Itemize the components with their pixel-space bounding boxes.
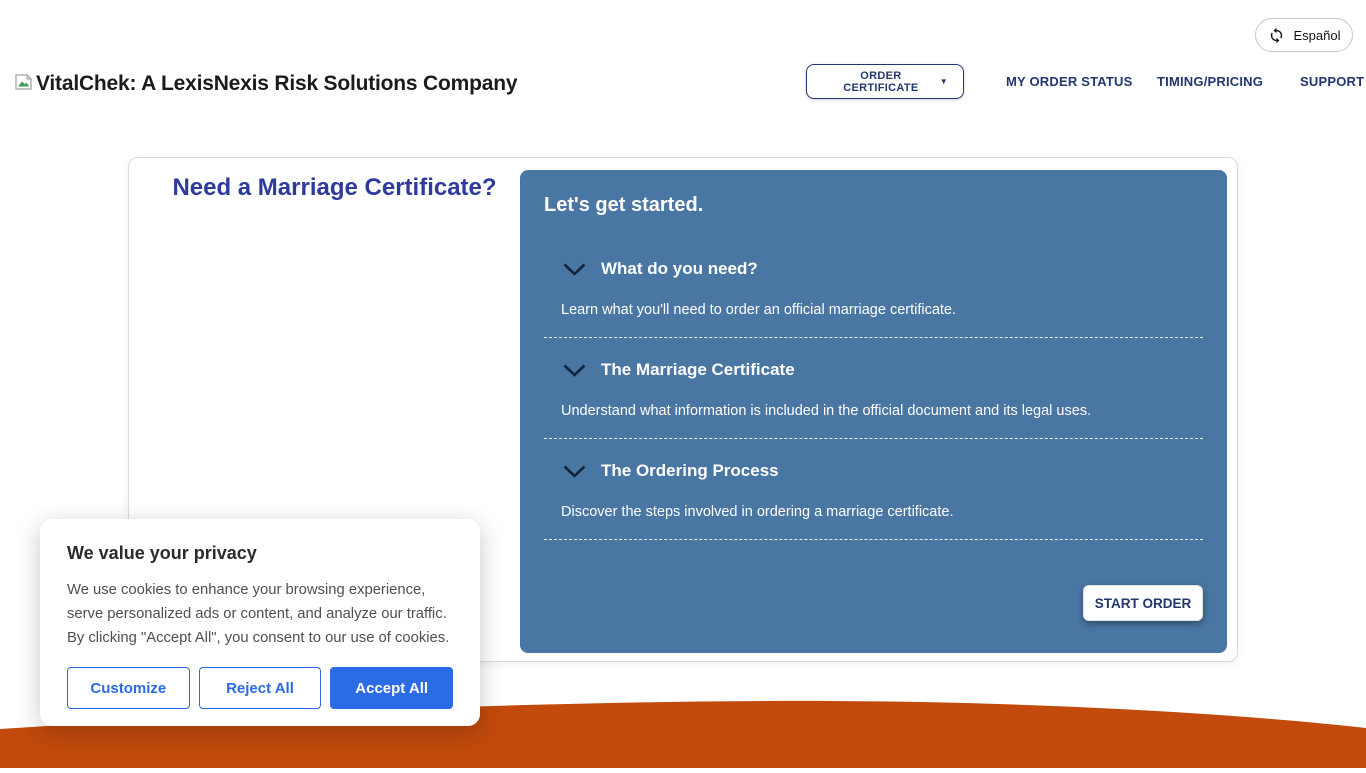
chevron-down-icon xyxy=(563,465,586,478)
get-started-panel: Let's get started. What do you need? Lea… xyxy=(520,170,1227,653)
customize-button[interactable]: Customize xyxy=(67,667,190,709)
accept-all-button[interactable]: Accept All xyxy=(330,667,453,709)
cookie-dialog-title: We value your privacy xyxy=(67,543,453,564)
section-description: Discover the steps involved in ordering … xyxy=(561,503,1203,521)
section-description: Understand what information is included … xyxy=(561,402,1203,420)
accordion-section-marriage-certificate: The Marriage Certificate Understand what… xyxy=(544,360,1203,439)
sync-icon xyxy=(1268,27,1285,44)
accordion-section-ordering-process: The Ordering Process Discover the steps … xyxy=(544,461,1203,540)
chevron-down-icon xyxy=(563,263,586,276)
order-certificate-button[interactable]: ORDER CERTIFICATE ▼ xyxy=(806,64,964,99)
broken-image-icon xyxy=(14,73,34,96)
order-certificate-label: ORDER CERTIFICATE xyxy=(822,70,940,94)
section-description: Learn what you'll need to order an offic… xyxy=(561,301,1203,319)
accordion-toggle-ordering-process[interactable]: The Ordering Process xyxy=(544,461,1203,481)
start-order-button[interactable]: START ORDER xyxy=(1083,585,1203,621)
reject-all-button[interactable]: Reject All xyxy=(199,667,322,709)
caret-down-icon: ▼ xyxy=(940,77,948,86)
section-title: What do you need? xyxy=(601,259,758,279)
language-toggle-label: Español xyxy=(1294,28,1341,43)
logo[interactable]: VitalChek: A LexisNexis Risk Solutions C… xyxy=(14,72,517,96)
chevron-down-icon xyxy=(563,364,586,377)
cookie-consent-dialog: We value your privacy We use cookies to … xyxy=(40,519,480,726)
nav-timing-pricing[interactable]: TIMING/PRICING xyxy=(1157,74,1263,89)
accordion-toggle-marriage-certificate[interactable]: The Marriage Certificate xyxy=(544,360,1203,380)
cookie-dialog-buttons: Customize Reject All Accept All xyxy=(67,667,453,709)
cookie-dialog-message: We use cookies to enhance your browsing … xyxy=(67,578,453,650)
section-title: The Ordering Process xyxy=(601,461,779,481)
nav-my-order-status[interactable]: MY ORDER STATUS xyxy=(1006,74,1133,89)
language-toggle-button[interactable]: Español xyxy=(1255,18,1353,52)
panel-heading: Let's get started. xyxy=(544,194,1203,217)
accordion-section-what-you-need: What do you need? Learn what you'll need… xyxy=(544,259,1203,338)
accordion-toggle-what-you-need[interactable]: What do you need? xyxy=(544,259,1203,279)
page-title: Need a Marriage Certificate? xyxy=(139,174,530,202)
section-title: The Marriage Certificate xyxy=(601,360,795,380)
logo-alt-text: VitalChek: A LexisNexis Risk Solutions C… xyxy=(36,72,517,96)
nav-support[interactable]: SUPPORT xyxy=(1300,74,1364,89)
